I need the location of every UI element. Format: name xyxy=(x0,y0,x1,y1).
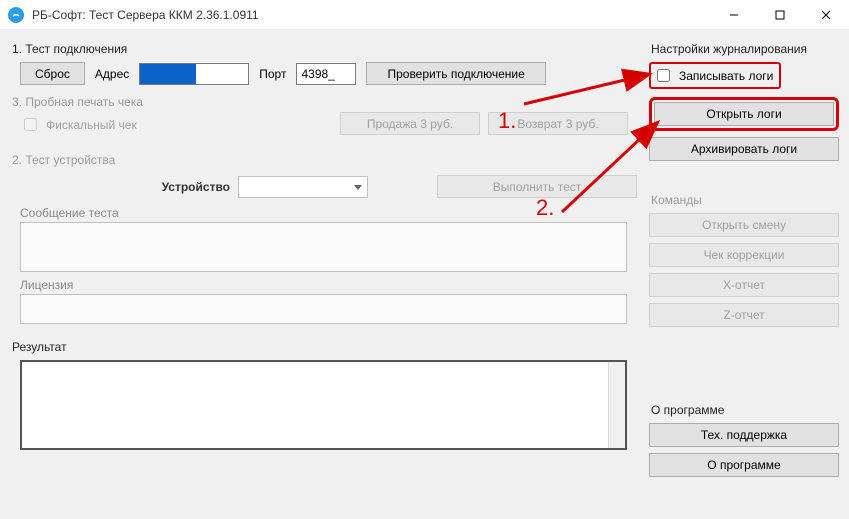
close-button[interactable] xyxy=(803,0,849,30)
address-label: Адрес xyxy=(95,67,129,81)
license-label: Лицензия xyxy=(20,278,637,292)
address-selection xyxy=(140,64,196,84)
device-label: Устройство xyxy=(20,180,230,194)
window-title: РБ-Софт: Тест Сервера ККМ 2.36.1.0911 xyxy=(32,8,259,22)
zreport-button: Z-отчет xyxy=(649,303,839,327)
app-icon xyxy=(8,7,24,23)
logging-label: Настройки журналирования xyxy=(651,42,839,56)
result-textarea[interactable] xyxy=(20,360,627,450)
about-label: О программе xyxy=(651,403,839,417)
commands-label: Команды xyxy=(651,193,839,207)
license-textarea[interactable] xyxy=(20,294,627,324)
maximize-button[interactable] xyxy=(757,0,803,30)
port-label: Порт xyxy=(259,67,286,81)
section3-label: 3. Пробная печать чека xyxy=(12,95,637,109)
client-area: 1. Тест подключения Сброс Адрес Порт Про… xyxy=(0,30,849,519)
xreport-button: X-отчет xyxy=(649,273,839,297)
right-column: Настройки журналирования Записывать логи… xyxy=(649,38,839,511)
open-shift-button: Открыть смену xyxy=(649,213,839,237)
archive-logs-button[interactable]: Архивировать логи xyxy=(649,137,839,161)
test-message-label: Сообщение теста xyxy=(20,206,637,220)
support-button[interactable]: Тех. поддержка xyxy=(649,423,839,447)
about-button[interactable]: О программе xyxy=(649,453,839,477)
fiscal-check-label: Фискальный чек xyxy=(46,118,137,132)
open-logs-highlight: Открыть логи xyxy=(649,97,839,131)
sale-button: Продажа 3 руб. xyxy=(340,112,480,135)
minimize-button[interactable] xyxy=(711,0,757,30)
run-test-button: Выполнить тест xyxy=(437,175,637,198)
refund-button: Возврат 3 руб. xyxy=(488,112,628,135)
section2-label: 2. Тест устройства xyxy=(12,153,637,167)
port-input[interactable] xyxy=(296,63,356,85)
write-logs-highlight: Записывать логи xyxy=(649,62,781,89)
fiscal-check-input xyxy=(24,118,37,131)
address-input[interactable] xyxy=(139,63,249,85)
titlebar: РБ-Софт: Тест Сервера ККМ 2.36.1.0911 xyxy=(0,0,849,30)
write-logs-label: Записывать логи xyxy=(679,69,773,83)
write-logs-checkbox[interactable] xyxy=(657,69,670,82)
result-label: Результат xyxy=(12,340,637,354)
section1-label: 1. Тест подключения xyxy=(12,42,637,56)
reset-button[interactable]: Сброс xyxy=(20,62,85,85)
correction-button: Чек коррекции xyxy=(649,243,839,267)
test-message-textarea[interactable] xyxy=(20,222,627,272)
open-logs-button[interactable]: Открыть логи xyxy=(654,102,834,126)
check-connection-button[interactable]: Проверить подключение xyxy=(366,62,545,85)
left-column: 1. Тест подключения Сброс Адрес Порт Про… xyxy=(10,38,637,511)
device-combo[interactable] xyxy=(238,176,368,198)
